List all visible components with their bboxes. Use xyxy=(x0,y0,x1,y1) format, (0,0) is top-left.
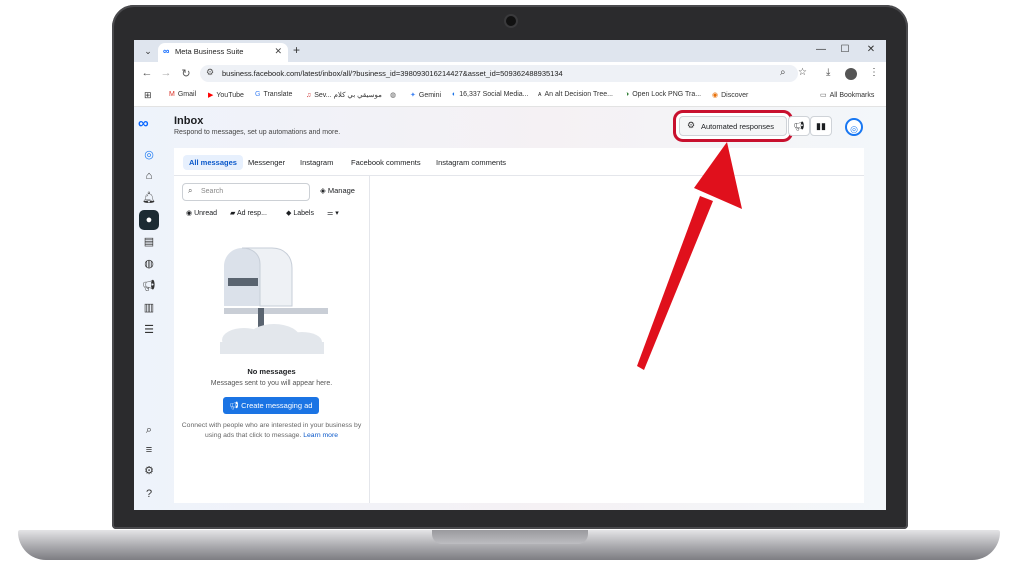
red-arrow-annotation xyxy=(637,142,742,370)
